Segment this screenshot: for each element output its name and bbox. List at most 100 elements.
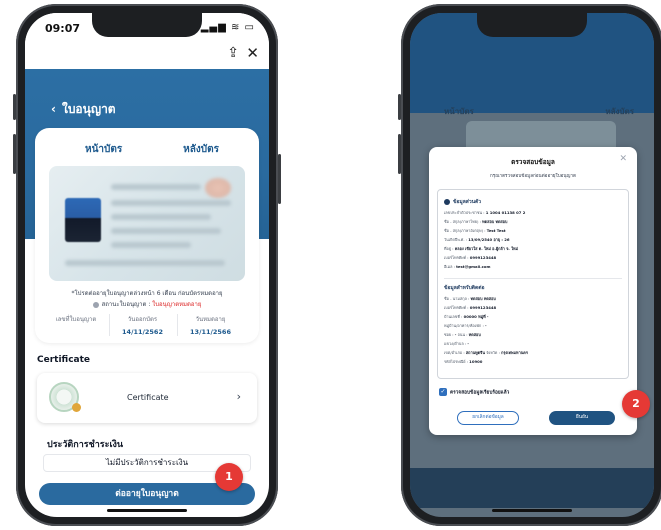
status-value: ใบอนุญาตหมดอายุ [152, 301, 202, 308]
info-label: บ้านเลขที่ : [444, 314, 464, 319]
info-line: เลขประจำตัวประชาชน : 1 1004 01138 07 2 [444, 210, 622, 216]
expire-date-value: 13/11/2566 [190, 328, 231, 336]
info-value: คลอง เขียวใส ต. ใหม่ อ.ผู้กล้า จ. ใหม่ [454, 246, 519, 251]
status-label: สถานะใบอนุญาต : [101, 301, 153, 308]
info-value: Test Test [486, 228, 506, 233]
info-label: ซอย : [444, 332, 455, 337]
phone-power-button [278, 154, 281, 204]
payment-history-title: ประวัติการชำระเงิน [47, 440, 124, 450]
info-value: - [467, 341, 469, 346]
info-label: ชื่อ - สกุล(ภาษาอังกฤษ) : [444, 228, 487, 233]
section-divider [444, 278, 622, 279]
info-line: ชื่อ - สกุล(ภาษาอังกฤษ) : Test Test [444, 228, 622, 234]
info-value: ทดสอบ ทดสอบ [482, 219, 508, 224]
info-line: ที่อยู่ : คลอง เขียวใส ต. ใหม่ อ.ผู้กล้า… [444, 246, 622, 252]
issue-date-value: 14/11/2562 [122, 328, 163, 336]
info-line: แขวง/ตำบล : - [444, 341, 622, 347]
phone-notch [477, 13, 587, 37]
dimmed-bottom-band [410, 468, 654, 508]
signal-wifi-battery-icon: ▂▄▆ ≋ ▭ [200, 22, 255, 33]
info-label: ชื่อ - นามสกุล : [444, 296, 471, 301]
cancel-button[interactable]: ยกเลิกต่อข้อมูล [457, 411, 519, 425]
info-label: เลขประจำตัวประชาชน : [444, 210, 486, 215]
certificate-item-label: Certificate [127, 393, 169, 402]
modal-subtitle: กรุณาตรวจสอบข้อมูลก่อนต่ออายุใบอนุญาต [489, 174, 577, 179]
expire-date-label: วันหมดอายุ [195, 316, 226, 323]
info-summary-box: ข้อมูลส่วนตัว เลขประจำตัวประชาชน : 1 100… [437, 189, 629, 379]
certificate-item[interactable]: Certificate › [37, 373, 257, 423]
dimmed-tab-front: หน้าบัตร [444, 107, 474, 116]
license-dates: เลขที่ใบอนุญาต วันออกบัตร 14/11/2562 วัน… [35, 314, 259, 342]
person-icon [444, 198, 450, 205]
info-line: ซอย : - ถนน : ทดสอบ [444, 332, 622, 338]
back-button[interactable]: ‹ ใบอนุญาต [51, 100, 116, 119]
top-actions: ⇪ ✕ [25, 43, 269, 69]
info-value: 10900 [469, 359, 483, 364]
personal-info-title: ข้อมูลส่วนตัว [453, 199, 482, 205]
close-icon[interactable]: ✕ [619, 154, 627, 164]
info-label: รหัสไปรษณีย์ : [444, 359, 470, 364]
info-value: ทดสอบ [468, 332, 481, 337]
info-label: เบอร์โทรศัพท์ : [444, 255, 470, 260]
chevron-left-icon: ‹ [51, 102, 56, 116]
status-time: 09:07 [45, 22, 81, 35]
info-line: หมู่บ้าน/อาคาร/ห้องพัก : - [444, 323, 622, 329]
contact-info-heading: ข้อมูลสำหรับติดต่อ [444, 285, 485, 291]
issue-date-label: วันออกบัตร [127, 316, 158, 323]
tab-card-back[interactable]: หลังบัตร [183, 142, 219, 157]
seal-icon [72, 403, 81, 412]
page-title: ใบอนุญาต [61, 102, 116, 116]
info-label: เขต/อำเภอ : [444, 350, 466, 355]
step-badge-1: 1 [215, 463, 243, 491]
blurred-text [111, 242, 191, 248]
info-label: วันเกิดปีพ.ศ. : [444, 237, 469, 242]
modal-title: ตรวจสอบข้อมูล [511, 158, 555, 166]
info-line: เบอร์โทรศัพท์ : 0999123448 [444, 305, 622, 311]
confirm-button[interactable]: ยืนยัน [549, 411, 615, 425]
blurred-text [111, 214, 211, 220]
card-side-tabs: หน้าบัตร หลังบัตร [35, 142, 259, 160]
info-line: เขต/อำเภอ : สถานทูตจีน จังหวัด : กรุงเทพ… [444, 350, 622, 356]
home-indicator [492, 509, 572, 512]
blurred-text [111, 200, 231, 206]
info-value: 13/09/2540 อายุ : 26 [468, 237, 510, 242]
info-value: test@gmail.com [456, 264, 491, 269]
consent-label: ตรวจสอบข้อมูลเรียบร้อยแล้ว [450, 390, 510, 396]
consent-checkbox[interactable]: ✓ ตรวจสอบข้อมูลเรียบร้อยแล้ว [439, 388, 509, 397]
renew-note: *โปรดต่ออายุใบอนุญาตล่วงหน้า 6 เดือน ก่อ… [71, 290, 223, 297]
status-dot-icon [92, 301, 99, 308]
info-value: - [484, 323, 487, 328]
blurred-text [111, 228, 221, 234]
info-label: ถนน : [457, 332, 469, 337]
certificate-icon [49, 382, 81, 412]
info-value: 0999123448 [469, 305, 497, 310]
info-label: จังหวัด : [486, 350, 502, 355]
info-label: อีเมล : [444, 264, 457, 269]
info-line: เบอร์โทรศัพท์ : 0999123448 [444, 255, 622, 261]
id-photo [65, 198, 101, 242]
id-stamp [205, 178, 231, 198]
info-label: ชื่อ - สกุล(ภาษาไทย) : [444, 219, 483, 224]
tab-card-front[interactable]: หน้าบัตร [85, 142, 122, 157]
phone-volume-button [13, 94, 16, 120]
info-value: สถานทูตจีน [465, 350, 485, 355]
close-icon[interactable]: ✕ [246, 44, 259, 62]
step-badge-2: 2 [622, 390, 650, 418]
info-line: อีเมล : test@gmail.com [444, 264, 622, 270]
phone-volume-button [398, 94, 401, 120]
info-line: รหัสไปรษณีย์ : 10900 [444, 359, 622, 365]
info-line: วันเกิดปีพ.ศ. : 13/09/2540 อายุ : 26 [444, 237, 622, 243]
phone-volume-button [398, 134, 401, 174]
phone-frame-right: หน้าบัตร หลังบัตร ตรวจสอบข้อมูล ✕ กรุณาต… [398, 4, 661, 526]
license-number-label: เลขที่ใบอนุญาต [55, 316, 97, 323]
share-icon[interactable]: ⇪ [227, 45, 239, 61]
certificate-section-title: Certificate [37, 355, 91, 365]
info-line: บ้านเลขที่ : 00000 หมู่ที่ - [444, 314, 622, 320]
blurred-text [65, 260, 225, 266]
verify-info-modal: ตรวจสอบข้อมูล ✕ กรุณาตรวจสอบข้อมูลก่อนต่… [429, 147, 637, 435]
license-status: สถานะใบอนุญาต : ใบอนุญาตหมดอายุ [35, 299, 259, 309]
blurred-text [111, 184, 201, 190]
license-card-panel: หน้าบัตร หลังบัตร *โปรดต่ออายุใบอนุญาตล่… [35, 128, 259, 343]
info-line: ชื่อ - สกุล(ภาษาไทย) : ทดสอบ ทดสอบ [444, 219, 622, 225]
expire-date-col: วันหมดอายุ 13/11/2566 [177, 314, 243, 336]
